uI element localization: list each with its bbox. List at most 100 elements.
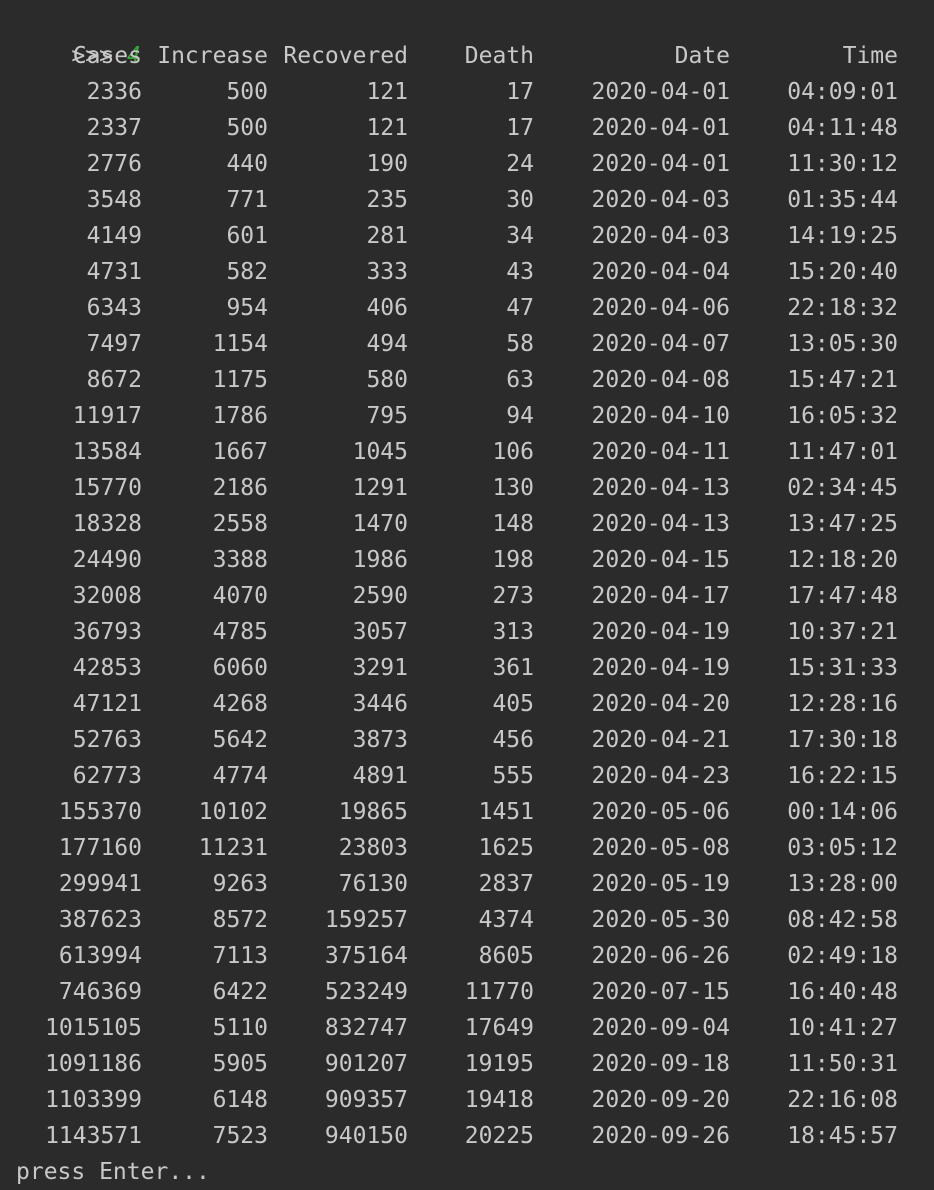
cell-date: 2020-04-03 <box>591 223 730 249</box>
cell-date: 2020-09-26 <box>591 1123 730 1149</box>
cell-death: 19195 <box>464 1051 534 1077</box>
cell-recovered: 901207 <box>324 1051 408 1077</box>
cell-death: 63 <box>506 367 534 393</box>
cell-date: 2020-04-23 <box>591 763 730 789</box>
table-row: 24490 3388 1986 198 2020-04-15 12:18:20 <box>0 542 934 578</box>
cell-date: 2020-04-04 <box>591 259 730 285</box>
table-header-row: Cases Increase Recovered Death Date Time <box>0 38 934 74</box>
table-row: 4731 582 333 43 2020-04-04 15:20:40 <box>0 254 934 290</box>
cell-cases: 13584 <box>72 439 142 465</box>
cell-recovered: 494 <box>366 331 408 357</box>
cell-date: 2020-04-08 <box>591 367 730 393</box>
table-row: 11917 1786 795 94 2020-04-10 16:05:32 <box>0 398 934 434</box>
column-header-death: Death <box>464 43 534 69</box>
cell-recovered: 235 <box>366 187 408 213</box>
table-row: 7497 1154 494 58 2020-04-07 13:05:30 <box>0 326 934 362</box>
cell-date: 2020-05-08 <box>591 835 730 861</box>
cell-death: 11770 <box>464 979 534 1005</box>
table-row: 2337 500 121 17 2020-04-01 04:11:48 <box>0 110 934 146</box>
cell-time: 16:22:15 <box>787 763 898 789</box>
cell-cases: 1015105 <box>45 1015 142 1041</box>
cell-cases: 18328 <box>72 511 142 537</box>
cell-cases: 613994 <box>58 943 142 969</box>
cell-recovered: 406 <box>366 295 408 321</box>
cell-time: 11:30:12 <box>787 151 898 177</box>
table-row: 746369 6422 523249 11770 2020-07-15 16:40:48 <box>0 974 934 1010</box>
table-row: 13584 1667 1045 106 2020-04-11 11:47:01 <box>0 434 934 470</box>
column-header-cases: Cases <box>72 43 142 69</box>
cell-increase: 4785 <box>212 619 268 645</box>
cell-recovered: 1045 <box>352 439 408 465</box>
cell-time: 13:05:30 <box>787 331 898 357</box>
table-row: 177160 11231 23803 1625 2020-05-08 03:05:12 <box>0 830 934 866</box>
cell-recovered: 159257 <box>324 907 408 933</box>
cell-recovered: 121 <box>366 115 408 141</box>
table-row: 62773 4774 4891 555 2020-04-23 16:22:15 <box>0 758 934 794</box>
table-row: 42853 6060 3291 361 2020-04-19 15:31:33 <box>0 650 934 686</box>
cell-increase: 9263 <box>212 871 268 897</box>
column-header-time: Time <box>842 43 898 69</box>
cell-cases: 2337 <box>86 115 142 141</box>
cell-recovered: 76130 <box>338 871 408 897</box>
cell-date: 2020-04-13 <box>591 475 730 501</box>
cell-time: 04:11:48 <box>787 115 898 141</box>
column-header-increase: Increase <box>157 43 268 69</box>
cell-time: 17:47:48 <box>787 583 898 609</box>
cell-recovered: 23803 <box>338 835 408 861</box>
cell-time: 04:09:01 <box>787 79 898 105</box>
cell-recovered: 4891 <box>352 763 408 789</box>
cell-recovered: 3057 <box>352 619 408 645</box>
cell-death: 313 <box>492 619 534 645</box>
cell-time: 02:49:18 <box>787 943 898 969</box>
cell-date: 2020-09-20 <box>591 1087 730 1113</box>
cell-time: 18:45:57 <box>787 1123 898 1149</box>
cell-death: 555 <box>492 763 534 789</box>
cell-recovered: 3446 <box>352 691 408 717</box>
cell-increase: 2186 <box>212 475 268 501</box>
cell-date: 2020-05-30 <box>591 907 730 933</box>
cell-increase: 500 <box>226 115 268 141</box>
cell-recovered: 580 <box>366 367 408 393</box>
cell-death: 17 <box>506 115 534 141</box>
cell-time: 08:42:58 <box>787 907 898 933</box>
cell-increase: 1154 <box>212 331 268 357</box>
cell-death: 47 <box>506 295 534 321</box>
cell-recovered: 19865 <box>338 799 408 825</box>
cell-recovered: 523249 <box>324 979 408 1005</box>
cell-cases: 387623 <box>58 907 142 933</box>
cell-date: 2020-04-10 <box>591 403 730 429</box>
cell-time: 15:31:33 <box>787 655 898 681</box>
cell-increase: 6422 <box>212 979 268 1005</box>
table-row: 8672 1175 580 63 2020-04-08 15:47:21 <box>0 362 934 398</box>
cell-death: 106 <box>492 439 534 465</box>
cell-time: 13:47:25 <box>787 511 898 537</box>
table-row: 155370 10102 19865 1451 2020-05-06 00:14:06 <box>0 794 934 830</box>
column-header-recovered: Recovered <box>283 43 408 69</box>
cell-date: 2020-04-01 <box>591 79 730 105</box>
cell-recovered: 1470 <box>352 511 408 537</box>
cell-recovered: 3291 <box>352 655 408 681</box>
cell-time: 01:35:44 <box>787 187 898 213</box>
cell-cases: 2776 <box>86 151 142 177</box>
cell-recovered: 940150 <box>324 1123 408 1149</box>
cell-cases: 11917 <box>72 403 142 429</box>
cell-cases: 299941 <box>58 871 142 897</box>
cell-cases: 52763 <box>72 727 142 753</box>
cell-cases: 1091186 <box>45 1051 142 1077</box>
cell-recovered: 190 <box>366 151 408 177</box>
cell-increase: 4774 <box>212 763 268 789</box>
cell-cases: 2336 <box>86 79 142 105</box>
table-row: 1143571 7523 940150 20225 2020-09-26 18:45:57 <box>0 1118 934 1154</box>
cell-date: 2020-04-13 <box>591 511 730 537</box>
cell-increase: 954 <box>226 295 268 321</box>
cell-death: 34 <box>506 223 534 249</box>
cell-death: 148 <box>492 511 534 537</box>
cell-recovered: 333 <box>366 259 408 285</box>
cell-recovered: 3873 <box>352 727 408 753</box>
terminal-window[interactable]: >>> 4 Cases Increase Recovered Death Date… <box>0 0 934 1188</box>
cell-recovered: 121 <box>366 79 408 105</box>
table-row: 613994 7113 375164 8605 2020-06-26 02:49:18 <box>0 938 934 974</box>
cell-time: 17:30:18 <box>787 727 898 753</box>
cell-cases: 3548 <box>86 187 142 213</box>
cell-cases: 746369 <box>58 979 142 1005</box>
